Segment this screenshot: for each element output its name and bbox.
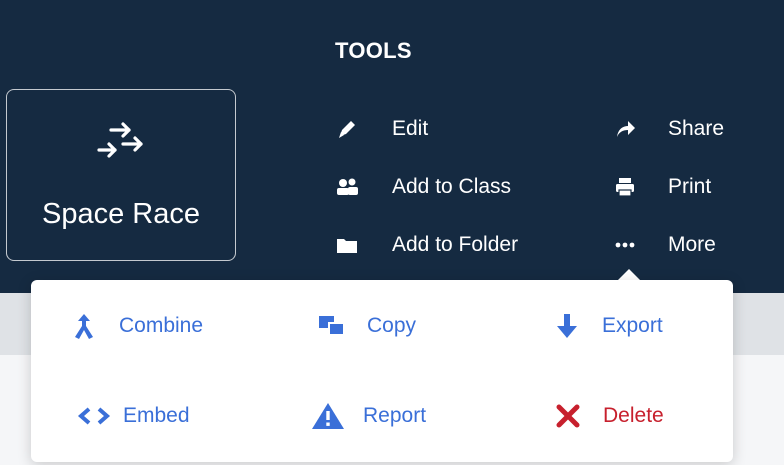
code-icon	[77, 399, 111, 433]
printer-icon	[612, 174, 638, 200]
add-to-folder-label: Add to Folder	[392, 233, 519, 256]
copy-icon	[315, 309, 349, 343]
report-label: Report	[363, 404, 427, 427]
folder-icon	[334, 232, 360, 258]
report-menu-item[interactable]: Report	[311, 396, 426, 436]
edit-button[interactable]: Edit	[334, 112, 428, 146]
add-to-class-label: Add to Class	[392, 175, 512, 198]
copy-menu-item[interactable]: Copy	[315, 306, 416, 346]
share-arrow-icon	[612, 116, 638, 142]
print-label: Print	[668, 175, 712, 198]
embed-label: Embed	[123, 404, 190, 427]
delete-menu-item[interactable]: Delete	[551, 396, 664, 436]
copy-label: Copy	[367, 314, 417, 337]
pencil-icon	[334, 116, 360, 142]
arrows-right-icon	[95, 118, 151, 173]
tools-heading: TOOLS	[335, 38, 412, 63]
embed-menu-item[interactable]: Embed	[77, 396, 190, 436]
combine-menu-item[interactable]: Combine	[67, 306, 203, 346]
more-label: More	[668, 233, 716, 256]
delete-label: Delete	[603, 404, 664, 427]
combine-label: Combine	[119, 314, 204, 337]
more-dropdown-menu: Combine Copy Export Embed Report Delete	[31, 280, 733, 462]
share-label: Share	[668, 117, 725, 140]
share-button[interactable]: Share	[612, 112, 724, 146]
more-button[interactable]: More	[612, 228, 716, 262]
print-button[interactable]: Print	[612, 170, 711, 204]
warning-icon	[311, 399, 345, 433]
space-race-button[interactable]: Space Race	[6, 89, 236, 261]
tools-header: Space Race TOOLS Edit Add to Class Add t…	[0, 0, 784, 293]
merge-icon	[67, 309, 101, 343]
add-to-folder-button[interactable]: Add to Folder	[334, 228, 518, 262]
export-menu-item[interactable]: Export	[550, 306, 663, 346]
add-to-class-button[interactable]: Add to Class	[334, 170, 511, 204]
x-icon	[551, 399, 585, 433]
ellipsis-icon	[612, 232, 638, 258]
space-race-label: Space Race	[42, 198, 200, 230]
people-icon	[334, 174, 360, 200]
arrow-down-icon	[550, 309, 584, 343]
export-label: Export	[602, 314, 663, 337]
edit-label: Edit	[392, 117, 429, 140]
